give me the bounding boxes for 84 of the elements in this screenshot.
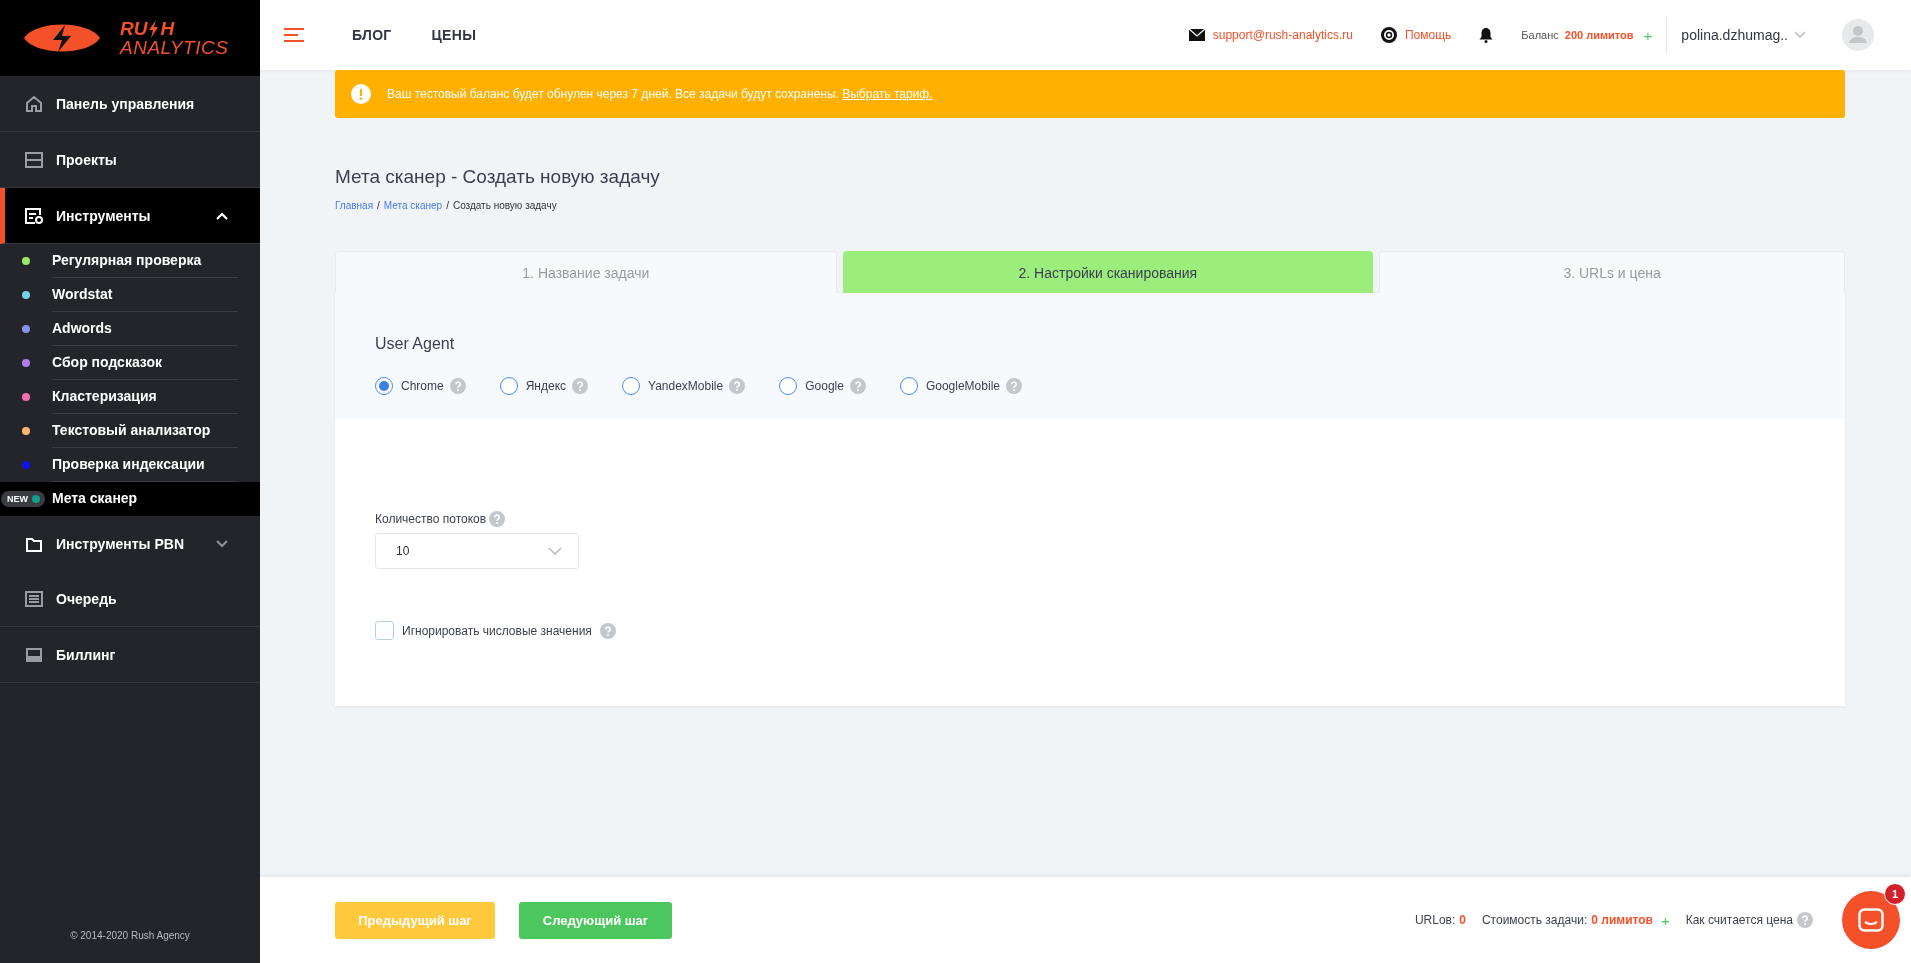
mail-icon <box>1188 29 1205 41</box>
submenu-label: Мета сканер <box>52 489 139 508</box>
submenu-label: Wordstat <box>52 278 238 312</box>
submenu-item[interactable]: Adwords <box>0 312 260 346</box>
sidebar-item-label: Инструменты <box>56 207 152 224</box>
bell-icon[interactable] <box>1479 27 1494 43</box>
urls-count: 0 <box>1459 913 1466 927</box>
submenu-label: Сбор подсказок <box>52 346 238 380</box>
radio-label[interactable]: Google <box>805 379 844 393</box>
breadcrumb-separator: / <box>446 200 449 211</box>
radio-label[interactable]: YandexMobile <box>648 379 724 393</box>
cost-value: 0 лимитов <box>1591 913 1653 927</box>
sidebar-item-label: Панель управления <box>56 95 196 112</box>
radio-button[interactable] <box>375 377 393 395</box>
banner-text: Ваш тестовый баланс будет обнулен через 7 дней. Все задачи будут сохранены. Выбрать тариф. <box>387 87 933 101</box>
help-icon <box>729 378 746 394</box>
radio-button[interactable] <box>899 377 918 395</box>
section-title: User Agent <box>375 335 456 353</box>
support-email-link[interactable]: support@rush-analytics.ru <box>1212 28 1353 42</box>
radio-button[interactable] <box>622 377 641 395</box>
radio-label[interactable]: Chrome <box>401 379 444 393</box>
radio-button[interactable] <box>499 377 518 395</box>
breadcrumb-link[interactable]: Мета сканер <box>383 200 443 211</box>
chevron-down-icon <box>1794 31 1806 39</box>
breadcrumb-separator: / <box>377 200 380 211</box>
submenu-item[interactable]: Wordstat <box>0 278 260 312</box>
radio-button[interactable] <box>779 377 798 395</box>
checkbox-label[interactable]: Игнорировать числовые значения <box>402 623 592 638</box>
home-icon <box>24 93 44 114</box>
checkbox[interactable] <box>375 621 394 640</box>
logo[interactable]: RU H ANALYTICS <box>0 0 260 76</box>
submenu-label: Кластеризация <box>52 380 238 414</box>
price-info-link[interactable]: Как считается цена <box>1685 913 1793 927</box>
balance-value: 200 лимитов <box>1564 29 1634 41</box>
help-link[interactable]: Помощь <box>1405 28 1452 42</box>
warning-icon <box>351 84 371 104</box>
nav-link[interactable]: БЛОГ <box>352 27 392 43</box>
submenu-label: Регулярная проверка <box>52 244 238 278</box>
submenu-item[interactable]: NEW Мета сканер <box>0 482 260 516</box>
sidebar-item-label: Проекты <box>56 151 118 168</box>
chevron-down-icon <box>548 547 562 555</box>
help-icon <box>849 378 866 394</box>
submenu-item[interactable]: Кластеризация <box>0 380 260 414</box>
chat-button[interactable] <box>1842 891 1900 949</box>
copyright-text: © 2014-2020 Rush Agency <box>69 930 191 943</box>
lifebuoy-icon <box>1381 27 1397 43</box>
urls-label: URLов: <box>1414 913 1456 927</box>
breadcrumb-current: Создать новую задачу <box>452 200 557 211</box>
notification-badge: 1 <box>1884 883 1906 905</box>
submenu-label: Текстовый анализатор <box>52 414 238 448</box>
submenu-item[interactable]: Текстовый анализатор <box>0 414 260 448</box>
threads-select[interactable]: 10 <box>375 533 579 569</box>
sidebar-item[interactable]: Инструменты <box>0 188 260 244</box>
help-icon <box>489 511 506 527</box>
tools-icon <box>24 205 44 226</box>
radio-label[interactable]: GoogleMobile <box>925 379 1000 393</box>
chat-icon <box>1858 908 1884 932</box>
list-icon <box>24 588 44 609</box>
page-title: Мета сканер - Создать новую задачу <box>335 166 661 188</box>
field-label: Количество потоков <box>375 512 487 526</box>
help-icon <box>1005 378 1022 394</box>
balance-label: Баланс <box>1521 29 1559 41</box>
submenu-item[interactable]: Сбор подсказок <box>0 346 260 380</box>
help-icon <box>599 622 616 639</box>
menu-icon[interactable] <box>284 28 304 42</box>
sidebar-item-label: Очередь <box>56 590 118 607</box>
help-icon <box>449 378 466 394</box>
sidebar-item[interactable]: Инструменты PBN <box>0 516 260 571</box>
sidebar-item-label: Инструменты PBN <box>56 535 185 552</box>
nav-link[interactable]: ЦЕНЫ <box>431 27 477 43</box>
cost-label: Стоимость задачи: <box>1481 913 1588 927</box>
panel-icon <box>24 149 44 170</box>
submenu-label: Adwords <box>52 312 238 346</box>
breadcrumb-link[interactable]: Главная <box>335 200 374 211</box>
new-badge-text: NEW <box>7 494 28 504</box>
help-icon <box>1797 912 1813 928</box>
submenu-item[interactable]: Регулярная проверка <box>0 244 260 278</box>
sidebar-item-label: Биллинг <box>56 646 117 663</box>
radio-label[interactable]: Яндекс <box>525 379 567 393</box>
help-icon <box>572 378 589 394</box>
avatar-icon[interactable] <box>1842 19 1874 51</box>
user-name[interactable]: polina.dzhumag.. <box>1681 27 1788 43</box>
bolt-icon <box>148 19 160 38</box>
step-tab[interactable]: 2. Настройки сканирования <box>842 251 1374 293</box>
